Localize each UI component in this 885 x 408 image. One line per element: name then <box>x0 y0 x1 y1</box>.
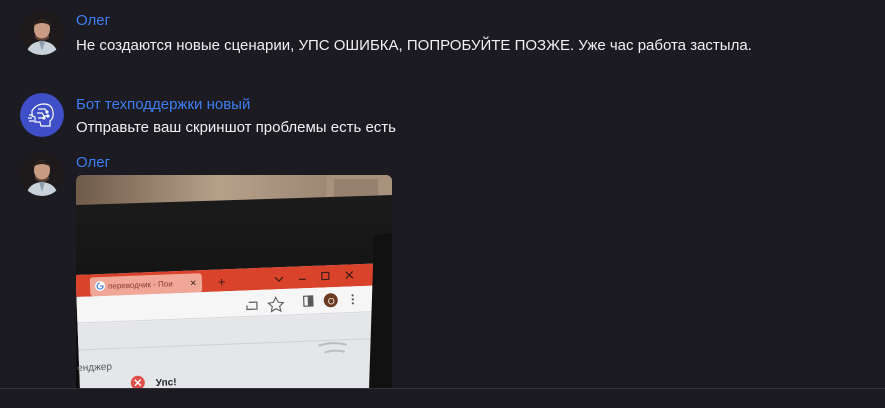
message-text: Отправьте ваш скриншот проблемы есть ест… <box>76 119 396 136</box>
chat-feed: Олег Не создаются новые сценарии, УПС ОШ… <box>0 0 885 408</box>
avatar-user[interactable] <box>20 152 64 196</box>
avatar-user[interactable] <box>20 11 64 55</box>
message-author[interactable]: Бот техподдержки новый <box>76 96 250 113</box>
tab-close-icon[interactable]: × <box>190 277 197 289</box>
new-tab-icon[interactable]: + <box>218 274 226 289</box>
message-photo[interactable]: переводчик - Пои × + О енджер Упс! <box>76 175 392 389</box>
user-photo-icon <box>20 11 64 55</box>
user-photo-icon <box>20 152 64 196</box>
message-author[interactable]: Олег <box>76 12 110 29</box>
laptop-screen-photo: переводчик - Пои × + О енджер Упс! <box>76 175 392 389</box>
message-input-bar[interactable] <box>0 388 885 408</box>
avatar-bot[interactable] <box>20 93 64 137</box>
bot-circuit-icon <box>20 93 64 137</box>
profile-badge: О <box>328 296 335 306</box>
partial-page-text: енджер <box>77 362 113 374</box>
message-author[interactable]: Олег <box>76 154 110 171</box>
message-text: Не создаются новые сценарии, УПС ОШИБКА,… <box>76 37 752 54</box>
